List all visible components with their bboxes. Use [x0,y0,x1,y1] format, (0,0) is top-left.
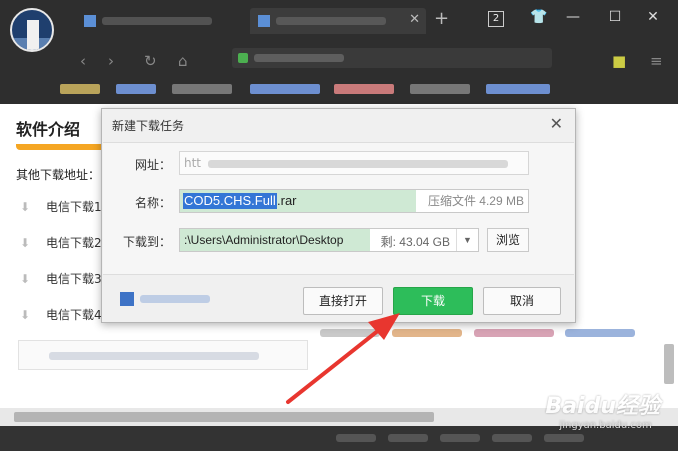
download-link-label[interactable]: 电信下载4 [46,306,102,323]
url-field[interactable]: htt [179,151,529,175]
download-link[interactable]: ⬇ 电信下载1 [18,198,102,215]
chevron-down-icon[interactable]: ▼ [456,229,478,251]
watermark: Baidu经验 jingyan.baidu.com [545,388,660,431]
new-download-dialog: 新建下载任务 ✕ 网址： htt 名称： COD5.CHS.Full .rar … [101,108,576,323]
file-type-size: 压缩文件 4.29 MB [427,194,524,208]
url-blurred [208,160,508,168]
dialog-title: 新建下载任务 [112,119,185,133]
skin-icon[interactable]: 👕 [528,9,550,25]
bookmarks-bar [0,74,678,104]
dialog-footer-link[interactable] [120,292,210,306]
blurred-text [140,295,210,303]
name-label: 名称： [134,196,171,210]
home-icon[interactable]: ⌂ [178,48,188,76]
bookmark-item[interactable] [334,84,394,94]
other-links-label: 其他下载地址： [16,168,101,182]
save-path-value: :\Users\Administrator\Desktop [184,233,344,247]
download-arrow-icon: ⬇ [19,199,31,214]
tab-favicon-icon [84,15,96,27]
blurred-text [49,352,259,360]
app-logo-icon [120,292,134,306]
user-avatar[interactable] [10,8,54,52]
browser-toolbar: ‹ › ↻ ⌂ ■ ≡ [0,42,678,74]
filename-selected-text: COD5.CHS.Full [183,193,277,209]
new-tab-icon[interactable]: + [434,8,449,29]
url-field-value: htt [184,156,202,170]
download-button[interactable]: 下载 [393,287,473,315]
browse-button[interactable]: 浏览 [487,228,529,252]
free-space-readout: 剩: 43.04 GB [380,235,450,249]
close-window-button[interactable]: ✕ [642,9,664,25]
browser-tab[interactable] [76,8,246,34]
extension-icon[interactable]: ■ [612,48,626,76]
dialog-close-icon[interactable]: ✕ [550,114,563,133]
download-arrow-icon: ⬇ [19,271,31,286]
blurred-text [320,329,380,337]
blurred-link-box[interactable] [18,340,308,370]
status-item[interactable] [388,434,428,442]
tab-favicon-icon [258,15,270,27]
cancel-button[interactable]: 取消 [483,287,561,315]
blurred-text [565,329,636,337]
tab-close-icon[interactable]: ✕ [409,12,420,27]
bookmark-item[interactable] [486,84,550,94]
bookmark-item[interactable] [172,84,232,94]
horizontal-scrollbar-thumb[interactable] [14,412,434,422]
section-accent-bar [16,144,106,150]
menu-icon[interactable]: ≡ [650,48,663,76]
status-item[interactable] [440,434,480,442]
download-link-label[interactable]: 电信下载2 [46,234,102,251]
forward-icon[interactable]: › [108,48,114,76]
status-item[interactable] [492,434,532,442]
bookmark-item[interactable] [410,84,470,94]
download-link[interactable]: ⬇ 电信下载4 [18,306,102,323]
bookmark-item[interactable] [60,84,100,94]
bookmark-item[interactable] [250,84,320,94]
maximize-window-button[interactable]: ☐ [604,9,626,25]
address-bar[interactable] [232,48,552,68]
tab-title-blurred [276,17,386,25]
browser-titlebar: ✕ + 2 👕 — ☐ ✕ [0,0,678,42]
status-item[interactable] [336,434,376,442]
minimize-window-button[interactable]: — [562,9,584,25]
avatar-tower [27,20,39,50]
open-directly-button[interactable]: 直接打开 [303,287,383,315]
download-link-label[interactable]: 电信下载1 [46,198,102,215]
secure-site-icon [238,53,248,63]
status-item[interactable] [544,434,584,442]
blurred-link-row [320,326,660,340]
blurred-text [391,329,462,337]
url-label: 网址： [134,158,171,172]
section-title: 软件介绍 [16,120,81,139]
tab-count-badge[interactable]: 2 [488,11,504,27]
dialog-body: 网址： htt 名称： COD5.CHS.Full .rar 压缩文件 4.29… [103,142,574,275]
browser-tab-active[interactable]: ✕ [250,8,426,34]
filename-field[interactable]: COD5.CHS.Full .rar 压缩文件 4.29 MB [179,189,529,213]
download-arrow-icon: ⬇ [19,235,31,250]
download-link[interactable]: ⬇ 电信下载2 [18,234,102,251]
watermark-logo: Baidu经验 [545,394,660,419]
download-link-label[interactable]: 电信下载3 [46,270,102,287]
back-icon[interactable]: ‹ [80,48,86,76]
blurred-text [473,329,554,337]
vertical-scrollbar-thumb[interactable] [664,344,674,384]
watermark-url: jingyan.baidu.com [559,420,652,431]
refresh-icon[interactable]: ↻ [144,48,157,76]
address-text-blurred [254,54,344,62]
save-to-label: 下载到： [122,235,171,249]
bookmark-item[interactable] [116,84,156,94]
download-arrow-icon: ⬇ [19,307,31,322]
filename-extension: .rar [277,193,297,208]
tab-title-blurred [102,17,212,25]
download-link[interactable]: ⬇ 电信下载3 [18,270,102,287]
save-path-field[interactable]: :\Users\Administrator\Desktop 剩: 43.04 G… [179,228,479,252]
